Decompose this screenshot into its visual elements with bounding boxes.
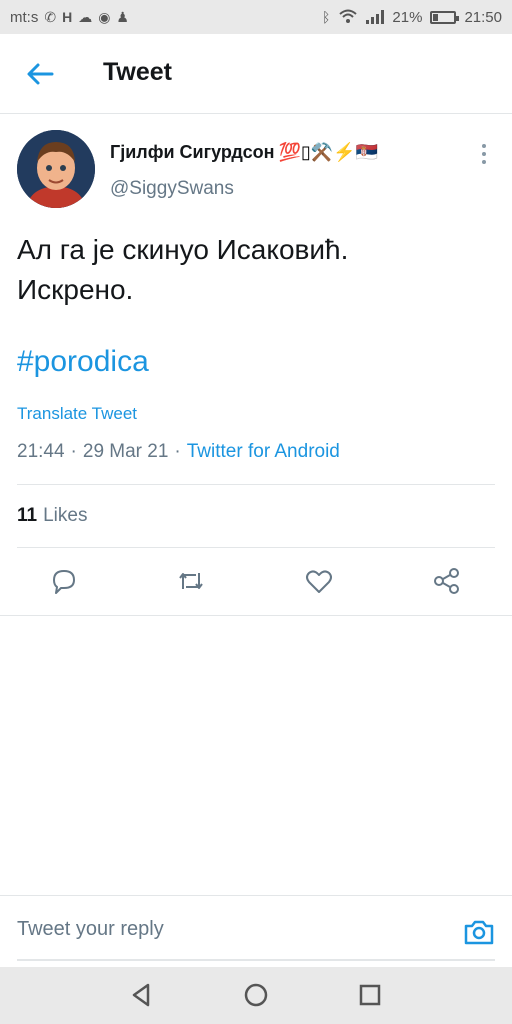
likes-count: 11 [17, 505, 38, 526]
hashtag-link[interactable]: #porodica [17, 345, 149, 379]
avatar[interactable] [17, 130, 95, 208]
battery-icon [430, 10, 460, 24]
more-options-icon[interactable] [480, 144, 488, 168]
share-icon[interactable] [432, 566, 462, 596]
reply-input[interactable]: Tweet your reply [17, 918, 164, 941]
wifi-icon [339, 9, 358, 23]
page-title: Tweet [103, 58, 172, 86]
clock: 21:50 [464, 8, 502, 26]
reply-underline [17, 959, 495, 961]
person-icon: ♟ [116, 8, 129, 25]
like-icon[interactable] [304, 566, 334, 596]
h-app-icon: H [62, 9, 73, 25]
battery-fill [433, 13, 439, 21]
user-handle[interactable]: @SiggySwans [110, 178, 234, 200]
status-bar: mt:s ✆ H ☁ ◉ ♟ ᛒ 21% 21:50 [0, 0, 512, 34]
tweet-actions [0, 548, 512, 616]
tweet-source[interactable]: Twitter for Android [187, 441, 340, 463]
battery-percent: 21% [392, 8, 423, 26]
tweet-text-line2: Искрено. [17, 274, 134, 305]
retweet-icon[interactable] [176, 566, 206, 596]
translate-tweet-link[interactable]: Translate Tweet [17, 404, 137, 424]
tweet-text: Ал га је скинуо Исаковић. Искрено. [17, 230, 487, 310]
likes-label: Likes [43, 505, 88, 526]
system-nav-bar [0, 967, 512, 1024]
reply-icon[interactable] [49, 566, 79, 596]
cloud-icon: ☁ [78, 8, 93, 25]
home-circle-icon[interactable] [242, 981, 270, 1009]
tweet-time: 21:44 [17, 441, 65, 462]
phone-call-icon: ✆ [44, 8, 57, 25]
name-emojis: 💯▯⚒️⚡🇷🇸 [278, 142, 379, 162]
camera-icon[interactable] [463, 916, 495, 948]
reply-bar: Tweet your reply [0, 895, 512, 967]
display-name[interactable]: Гјилфи Сигурдсон [110, 142, 274, 163]
divider [17, 484, 495, 485]
chrome-icon: ◉ [98, 8, 111, 25]
app-bar: Tweet [0, 34, 512, 114]
meta-dot: · [70, 441, 77, 462]
meta-dot: · [174, 441, 181, 462]
tweet-date: 29 Mar 21 [82, 441, 169, 462]
tweet-meta: 21:44 · 29 Mar 21 · Twitter for Android [17, 441, 340, 463]
recents-square-icon[interactable] [356, 981, 384, 1009]
tweet-text-line1: Ал га је скинуо Исаковић. [17, 234, 349, 265]
likes-summary[interactable]: 11 Likes [17, 505, 87, 527]
carrier-label: mt:s [10, 8, 39, 26]
back-triangle-icon[interactable] [128, 981, 156, 1009]
tweet-author: Гјилфи Сигурдсон 💯▯⚒️⚡🇷🇸 @SiggySwans [0, 128, 512, 210]
signal-icon [366, 10, 385, 24]
bluetooth-icon: ᛒ [322, 9, 331, 25]
arrow-left-icon[interactable] [24, 58, 56, 90]
